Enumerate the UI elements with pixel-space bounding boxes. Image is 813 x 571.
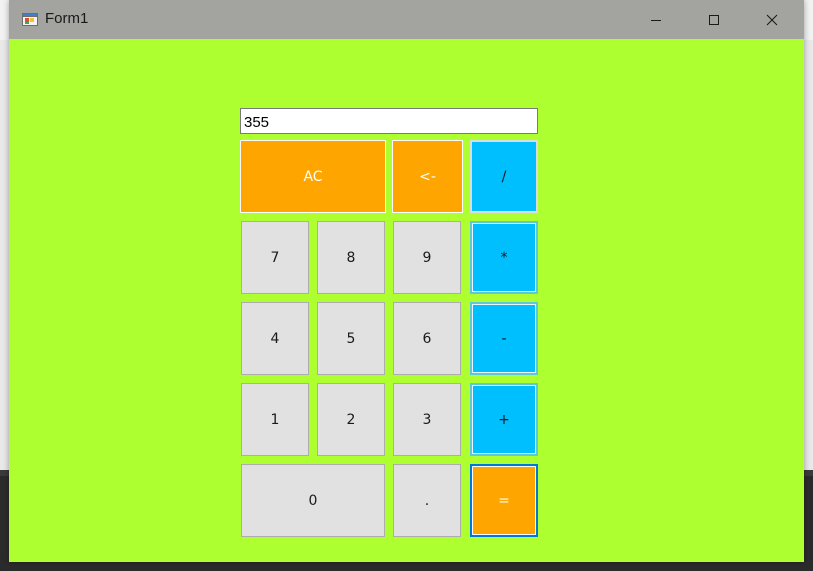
minimize-button[interactable] (627, 0, 685, 39)
subtract-button[interactable]: - (470, 302, 538, 375)
background-window-right (803, 40, 813, 470)
add-button[interactable]: + (470, 383, 538, 456)
maximize-button[interactable] (685, 0, 743, 39)
calculator-display[interactable] (240, 108, 538, 134)
divide-button[interactable]: / (470, 140, 538, 213)
backspace-button[interactable]: <- (392, 140, 463, 213)
digit-2-button[interactable]: 2 (317, 383, 385, 456)
form-window: Form1 AC <- / 7 8 9 * 4 5 6 - 1 2 3 + 0 … (9, 0, 804, 562)
equals-button[interactable]: = (470, 464, 538, 537)
digit-1-button[interactable]: 1 (241, 383, 309, 456)
digit-3-button[interactable]: 3 (393, 383, 461, 456)
close-icon (766, 14, 778, 25)
maximize-icon (709, 14, 719, 25)
digit-0-button[interactable]: 0 (241, 464, 385, 537)
digit-7-button[interactable]: 7 (241, 221, 309, 294)
window-title: Form1 (45, 10, 89, 27)
digit-9-button[interactable]: 9 (393, 221, 461, 294)
digit-5-button[interactable]: 5 (317, 302, 385, 375)
clear-button[interactable]: AC (240, 140, 386, 213)
close-button[interactable] (743, 0, 801, 39)
form-app-icon[interactable] (22, 11, 38, 27)
decimal-button[interactable]: . (393, 464, 461, 537)
multiply-button[interactable]: * (470, 221, 538, 294)
minimize-icon (651, 19, 661, 21)
digit-4-button[interactable]: 4 (241, 302, 309, 375)
title-bar[interactable]: Form1 (9, 0, 804, 39)
digit-8-button[interactable]: 8 (317, 221, 385, 294)
digit-6-button[interactable]: 6 (393, 302, 461, 375)
